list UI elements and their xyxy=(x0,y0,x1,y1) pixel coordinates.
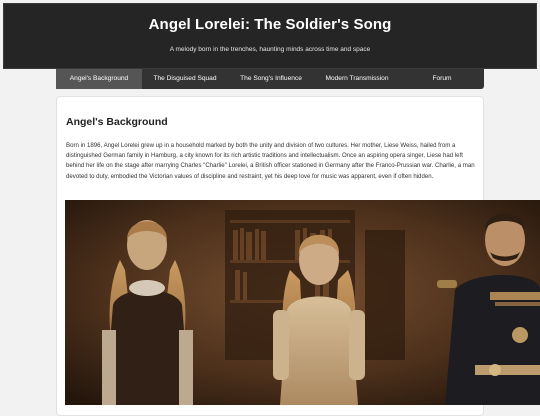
section-heading: Angel's Background xyxy=(66,116,168,128)
tab-angels-background[interactable]: Angel's Background xyxy=(56,69,142,89)
tab-disguised-squad[interactable]: The Disguised Squad xyxy=(142,69,228,89)
site-subtitle: A melody born in the trenches, haunting … xyxy=(169,46,371,53)
tab-songs-influence[interactable]: The Song's Influence xyxy=(228,69,314,89)
site-header: Angel Lorelei: The Soldier's Song A melo… xyxy=(3,3,537,69)
tab-modern-transmission[interactable]: Modern Transmission xyxy=(314,69,400,89)
site-title: Angel Lorelei: The Soldier's Song xyxy=(148,16,392,33)
family-portrait-illustration xyxy=(65,200,540,405)
tab-forum[interactable]: Forum xyxy=(400,69,484,89)
family-portrait-image xyxy=(65,200,540,405)
section-paragraph: Born in 1896, Angel Lorelei grew up in a… xyxy=(66,142,475,180)
main-nav: Angel's Background The Disguised Squad T… xyxy=(56,69,484,89)
